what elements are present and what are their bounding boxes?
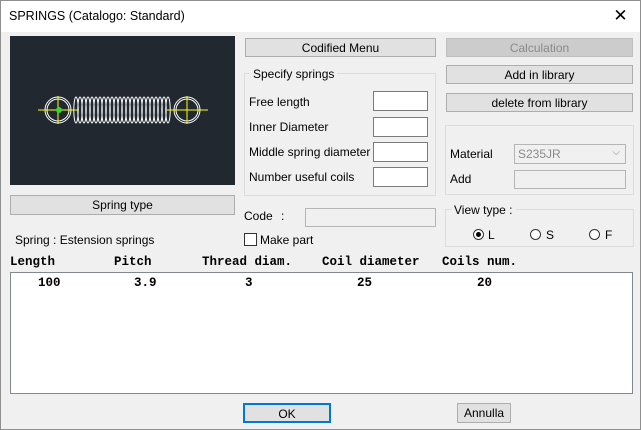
- header-pitch: Pitch: [114, 255, 152, 269]
- useful-coils-input[interactable]: [373, 167, 428, 187]
- add-in-library-button[interactable]: Add in library: [446, 65, 633, 84]
- free-length-input[interactable]: [373, 91, 428, 111]
- material-selected-value: S235JR: [518, 147, 561, 161]
- middle-diameter-label: Middle spring diameter: [249, 145, 371, 159]
- view-type-radio-f[interactable]: [589, 229, 600, 240]
- make-part-checkbox[interactable]: [244, 233, 257, 246]
- cell-pitch: 3.9: [134, 276, 157, 290]
- view-type-option-f: F: [605, 228, 613, 242]
- specify-springs-label: Specify springs: [250, 67, 338, 81]
- cell-coils-num: 20: [477, 276, 493, 290]
- spring-type-button[interactable]: Spring type: [10, 195, 235, 215]
- view-type-label: View type: [454, 203, 506, 217]
- view-type-radio-l[interactable]: [473, 229, 484, 240]
- view-type-radio-s[interactable]: [530, 229, 541, 240]
- material-label: Material: [450, 147, 493, 161]
- view-type-separator: :: [509, 203, 513, 217]
- header-coil-diameter: Coil diameter: [322, 255, 420, 269]
- middle-diameter-input[interactable]: [373, 142, 428, 162]
- make-part-label: Make part: [260, 233, 314, 247]
- chevron-down-icon: ⌵: [612, 147, 620, 158]
- spring-drawing: [38, 96, 208, 124]
- view-type-label-wrap: View type :: [451, 203, 516, 217]
- spring-info-text: Spring : Estension springs: [15, 233, 155, 247]
- codified-menu-button[interactable]: Codified Menu: [245, 38, 436, 57]
- cancel-button[interactable]: Annulla: [457, 403, 511, 423]
- code-separator: :: [281, 209, 285, 223]
- radio-selected-dot: [476, 232, 481, 237]
- window-title: SPRINGS (Catalogo: Standard): [9, 9, 185, 23]
- spring-preview: [10, 36, 235, 185]
- add-label: Add: [450, 172, 472, 186]
- springs-list[interactable]: 100 3.9 3 25 20: [10, 272, 633, 394]
- useful-coils-label: Number useful coils: [249, 170, 355, 184]
- cell-length: 100: [38, 276, 61, 290]
- dialog-window: SPRINGS (Catalogo: Standard) ✕ Spring ty…: [0, 0, 641, 430]
- view-type-option-s: S: [546, 228, 555, 242]
- header-thread-diam: Thread diam.: [202, 255, 293, 269]
- header-length: Length: [10, 255, 56, 269]
- title-bar: SPRINGS (Catalogo: Standard) ✕: [1, 1, 640, 32]
- code-input[interactable]: [305, 208, 436, 227]
- inner-diameter-input[interactable]: [373, 117, 428, 137]
- ok-button[interactable]: OK: [243, 403, 331, 423]
- close-icon[interactable]: ✕: [601, 1, 640, 32]
- inner-diameter-label: Inner Diameter: [249, 120, 329, 134]
- delete-from-library-button[interactable]: delete from library: [446, 93, 633, 112]
- header-coils-num: Coils num.: [442, 255, 518, 269]
- free-length-label: Free length: [249, 95, 310, 109]
- cell-coil-diameter: 25: [357, 276, 373, 290]
- view-type-option-l: L: [488, 228, 495, 242]
- code-label: Code: [244, 209, 273, 223]
- material-select[interactable]: S235JR ⌵: [514, 144, 626, 164]
- calculation-button[interactable]: Calculation: [446, 38, 633, 57]
- cell-thread-diam: 3: [245, 276, 253, 290]
- add-input[interactable]: [514, 170, 626, 189]
